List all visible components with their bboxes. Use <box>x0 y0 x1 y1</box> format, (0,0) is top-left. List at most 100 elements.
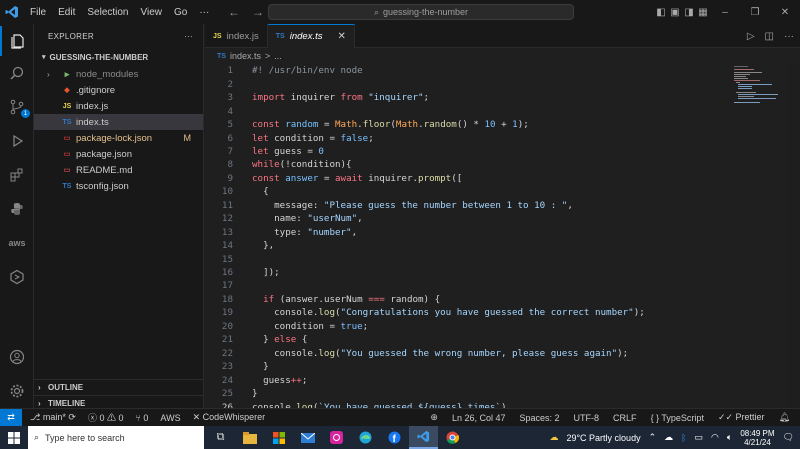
code-token: from <box>340 92 369 104</box>
extension-hex-icon[interactable] <box>0 262 34 292</box>
branch-indicator[interactable]: ⎇ main* ⟳ <box>30 412 76 423</box>
more-actions-icon[interactable]: ··· <box>784 31 794 42</box>
menu-item[interactable]: Edit <box>52 7 81 18</box>
code-line: 22 console.log("You guessed the wrong nu… <box>205 346 730 360</box>
close-tab-icon[interactable]: ✕ <box>337 31 345 42</box>
customize-layout-icon[interactable]: ▦ <box>696 7 710 18</box>
bluetooth-icon[interactable]: ᛒ <box>681 433 686 443</box>
chrome-icon[interactable] <box>438 426 467 449</box>
chevron-up-icon[interactable]: ⌃ <box>649 432 657 443</box>
wifi-icon[interactable]: ◠ <box>711 432 719 443</box>
account-icon[interactable] <box>0 342 34 372</box>
problems-indicator[interactable]: ⓧ 0 ⚠ 0 <box>88 411 124 424</box>
store-icon[interactable] <box>264 426 293 449</box>
windows-start-icon[interactable] <box>0 426 28 449</box>
line-number: 22 <box>221 347 233 359</box>
forward-arrow-icon[interactable]: → <box>252 5 264 19</box>
code-line: 10 { <box>205 185 730 199</box>
workspace-folder[interactable]: ▾ GUESSING-THE-NUMBER <box>34 48 203 66</box>
battery-icon[interactable]: ▭ <box>695 432 704 443</box>
toggle-secondary-sidebar-icon[interactable]: ◨ <box>682 7 696 18</box>
split-editor-icon[interactable]: ◫ <box>765 31 774 42</box>
code-line: 24 guess++; <box>205 373 730 387</box>
code-text: } <box>252 388 258 399</box>
more-actions-icon[interactable]: ··· <box>184 32 193 41</box>
file-explorer-icon[interactable] <box>235 426 264 449</box>
prettier-status[interactable]: ✓✓ Prettier <box>718 412 765 423</box>
breadcrumb-rest[interactable]: ... <box>274 51 282 61</box>
code-line: 2 <box>205 77 730 91</box>
restore-button[interactable]: ❐ <box>740 7 770 18</box>
code-token: await <box>335 172 369 184</box>
menu-item[interactable]: ··· <box>193 7 215 18</box>
code-token: inquirer <box>290 92 341 104</box>
tree-file[interactable]: ◆ .gitignore <box>34 82 203 98</box>
notification-center-icon[interactable]: 🗨︎ <box>783 432 794 443</box>
code-line: 4 <box>205 104 730 118</box>
code-token: + <box>495 119 513 131</box>
code-line: 21 } else { <box>205 333 730 347</box>
tree-file[interactable]: ▭ package.json <box>34 146 203 162</box>
outline-section[interactable]: › OUTLINE <box>34 379 204 395</box>
tree-item-label: package-lock.json <box>76 132 153 144</box>
menu-item[interactable]: Go <box>168 7 193 18</box>
minimap[interactable] <box>730 64 786 408</box>
editor-tab[interactable]: TS index.ts ✕ <box>267 24 355 48</box>
encoding[interactable]: UTF-8 <box>574 413 600 423</box>
tree-file[interactable]: ▭ package-lock.json M <box>34 130 203 146</box>
taskbar-search[interactable]: ⌕ Type here to search <box>28 426 204 449</box>
tree-file[interactable]: TS index.ts <box>34 114 203 130</box>
code-token: floor <box>362 119 391 131</box>
facebook-icon[interactable]: f <box>380 426 409 449</box>
task-view-icon[interactable]: ⧉ <box>206 426 235 449</box>
editor-tab[interactable]: JS index.js <box>205 24 268 48</box>
toggle-sidebar-icon[interactable]: ◧ <box>654 7 668 18</box>
weather-label[interactable]: 29°C Partly cloudy <box>566 433 640 443</box>
tree-file[interactable]: JS index.js <box>34 98 203 114</box>
aws-status[interactable]: AWS <box>160 413 180 423</box>
minimize-button[interactable]: – <box>710 7 740 18</box>
settings-gear-icon[interactable] <box>0 376 34 406</box>
close-window-button[interactable]: ✕ <box>770 7 800 18</box>
onedrive-icon[interactable]: ☁ <box>664 432 673 443</box>
clock[interactable]: 08:49 PM 4/21/24 <box>740 429 774 447</box>
toggle-panel-icon[interactable]: ▣ <box>668 7 682 18</box>
edge-icon[interactable] <box>351 426 380 449</box>
indentation[interactable]: Spaces: 2 <box>520 413 560 423</box>
chevron-down-icon: ▾ <box>42 54 46 61</box>
remote-indicator-icon[interactable]: ⇄ <box>0 408 22 427</box>
run-icon[interactable]: ▷ <box>747 31 755 42</box>
volume-icon[interactable]: 🔈︎ <box>727 432 732 443</box>
code-editor[interactable]: 1 #! /usr/bin/env node 2 3 import inquirer f… <box>205 64 730 413</box>
aws-icon[interactable]: aws <box>0 228 34 258</box>
code-token: #! /usr/bin/env node <box>252 65 363 77</box>
explorer-icon[interactable] <box>0 26 34 56</box>
run-debug-icon[interactable] <box>0 126 34 156</box>
mail-icon[interactable] <box>293 426 322 449</box>
breadcrumb-file[interactable]: index.ts <box>230 51 261 61</box>
python-icon[interactable] <box>0 194 34 224</box>
zoom-icon[interactable]: ⊕ <box>430 412 438 423</box>
command-center-search[interactable]: ⌕ guessing-the-number <box>268 4 574 20</box>
tree-folder[interactable]: › ▸ node_modules <box>34 66 203 82</box>
source-control-icon[interactable]: 1 <box>0 92 34 122</box>
window-controls: ◧ ▣ ◨ ▦ – ❐ ✕ <box>654 0 800 24</box>
instagram-icon[interactable] <box>322 426 351 449</box>
extensions-icon[interactable] <box>0 160 34 190</box>
tree-file[interactable]: TS tsconfig.json <box>34 178 203 194</box>
tree-file[interactable]: ▭ README.md <box>34 162 203 178</box>
ports-indicator[interactable]: ⑂ 0 <box>136 413 149 423</box>
line-ending[interactable]: CRLF <box>613 413 637 423</box>
menu-item[interactable]: View <box>135 7 169 18</box>
menu-item[interactable]: Selection <box>81 7 134 18</box>
menu-item[interactable]: File <box>24 7 52 18</box>
notifications-bell-icon[interactable]: 🔔︎ <box>779 412 790 423</box>
code-token: } <box>252 388 258 400</box>
search-icon[interactable] <box>0 58 34 88</box>
vscode-taskbar-icon[interactable] <box>409 426 438 449</box>
back-arrow-icon[interactable]: ← <box>228 5 240 19</box>
branch-name: main* <box>42 412 66 422</box>
cursor-position[interactable]: Ln 26, Col 47 <box>452 413 506 423</box>
language-mode[interactable]: { } TypeScript <box>651 413 704 423</box>
codewhisperer-status[interactable]: ✕ CodeWhisperer <box>193 412 266 423</box>
